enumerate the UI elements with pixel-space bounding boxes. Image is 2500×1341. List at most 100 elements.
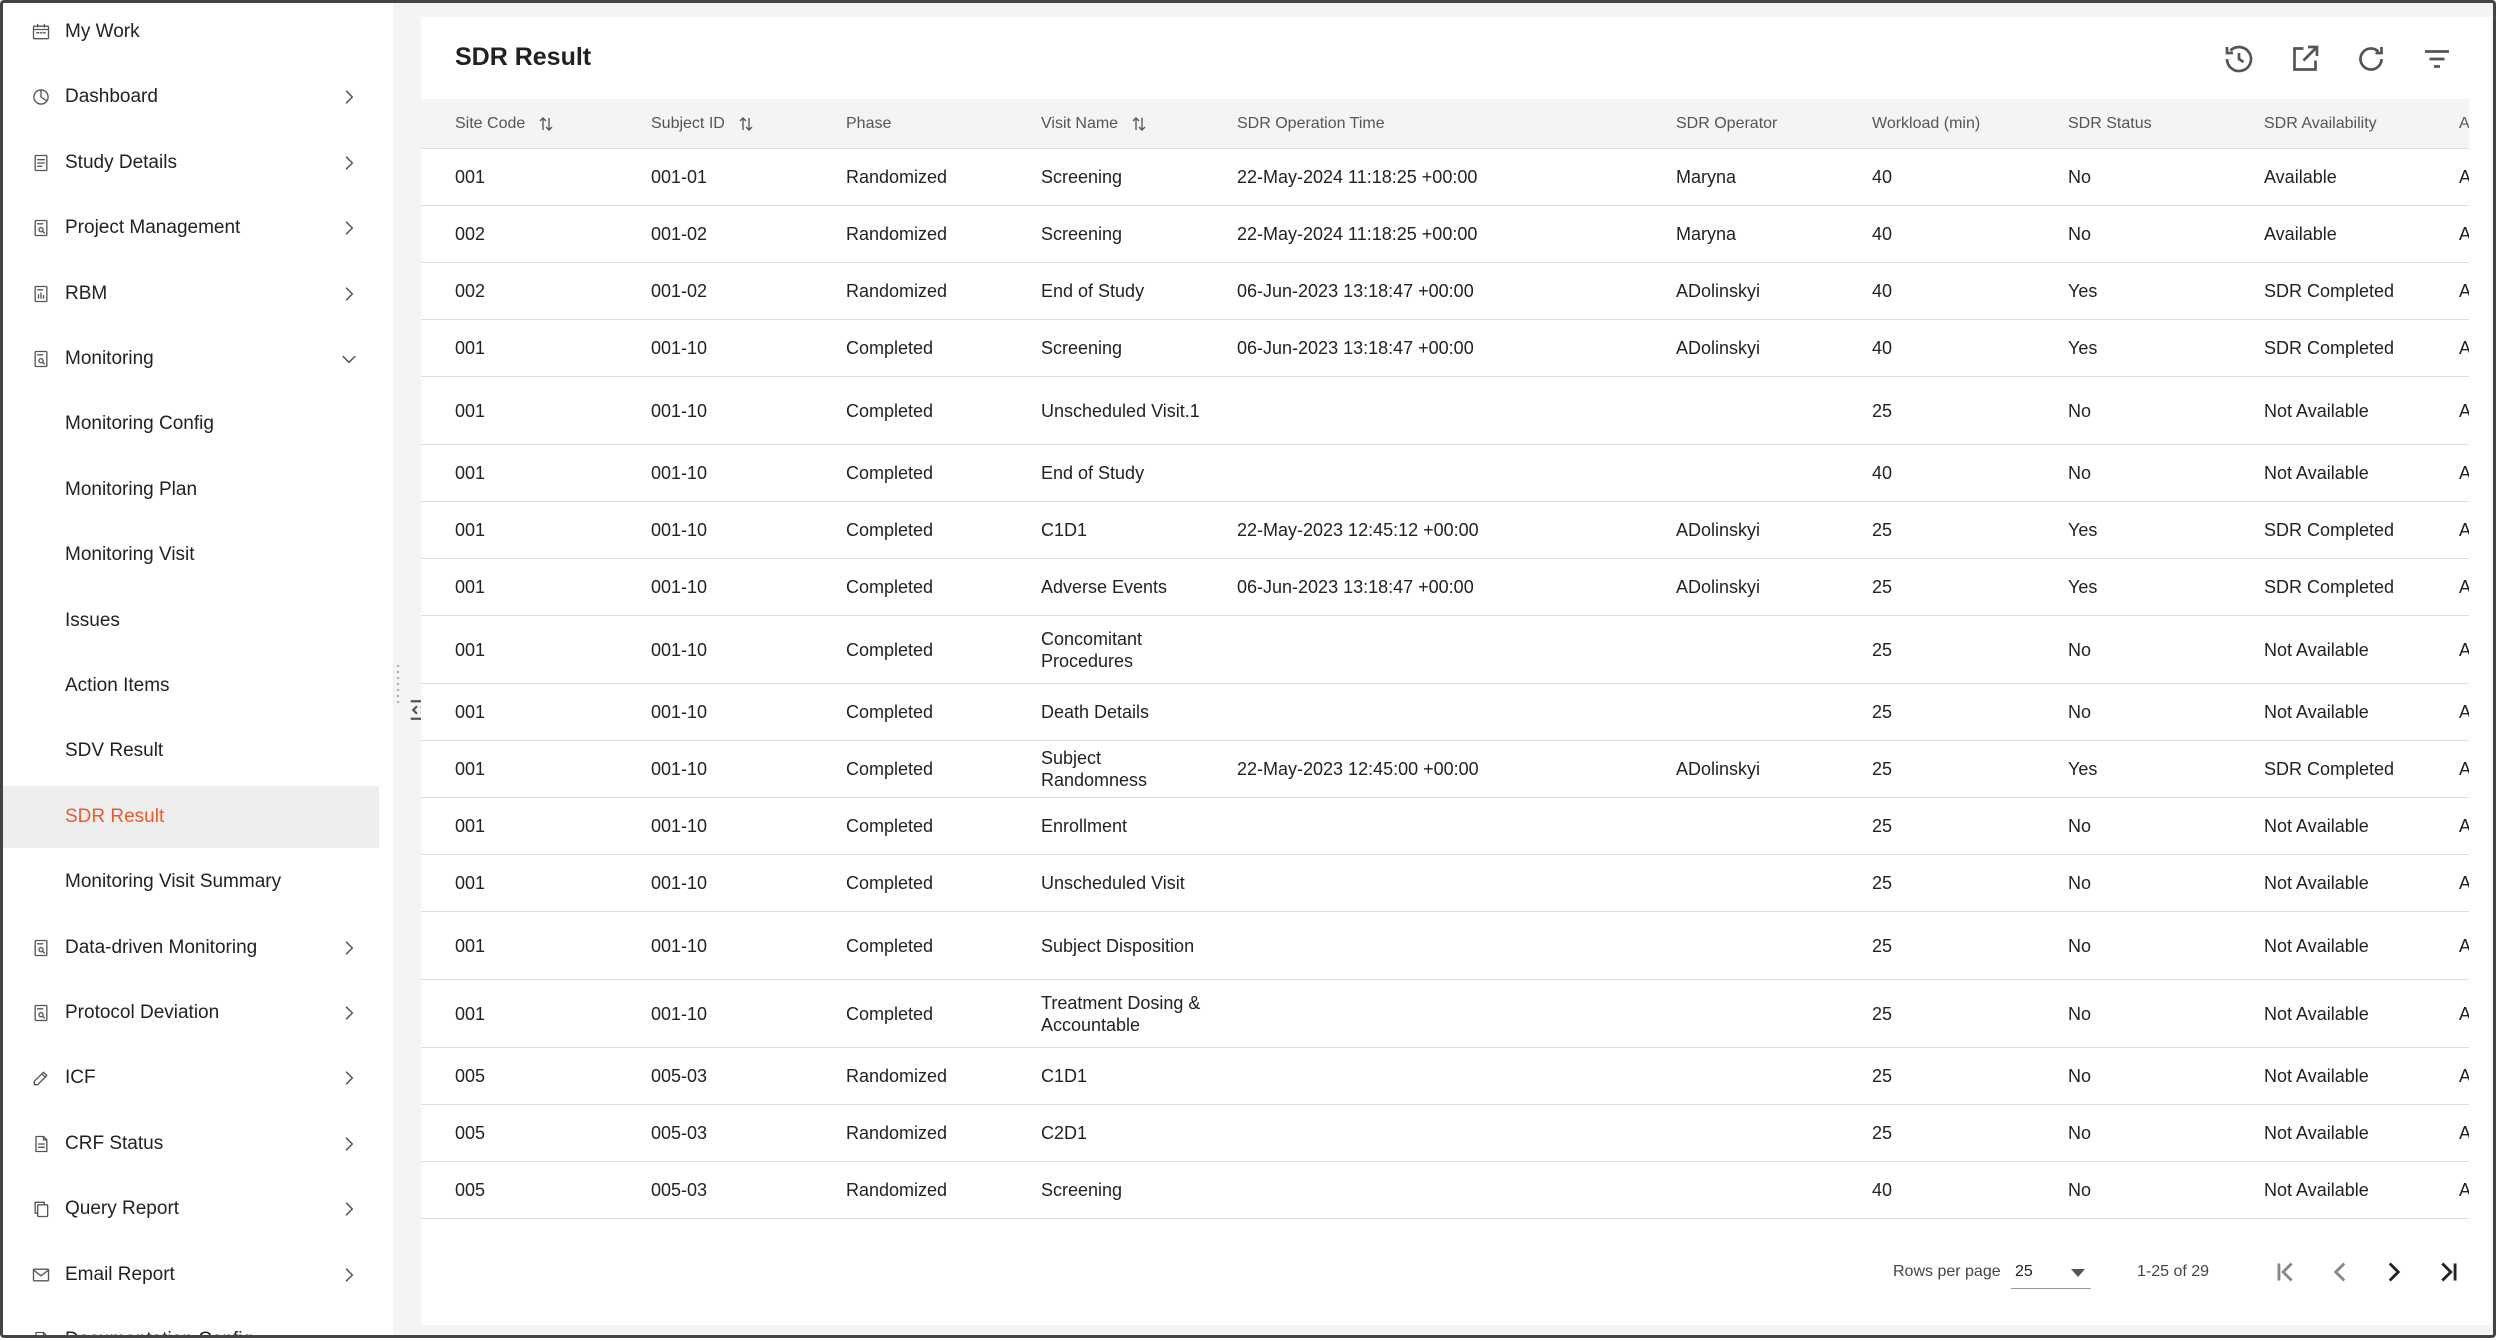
- table-cell: 40: [1872, 445, 1892, 501]
- cell-text: Screening: [1041, 1180, 1123, 1200]
- table-cell: A: [2459, 320, 2469, 376]
- table-row[interactable]: 002 001-02 Randomized Screening 22-May-2024 …: [421, 206, 2469, 263]
- table-row[interactable]: 001 001-01 Randomized Screening 22-May-2024 …: [421, 149, 2469, 206]
- sidebar-item-study-details[interactable]: Study Details: [3, 132, 379, 194]
- table-cell: A: [2459, 684, 2469, 740]
- table-cell: A: [2459, 741, 2469, 797]
- sidebar-item-rbm[interactable]: RBM: [3, 263, 379, 325]
- cell-text: Not Available: [2264, 816, 2369, 836]
- column-header[interactable]: Phase: [846, 99, 891, 149]
- table-cell: Adverse Events: [1041, 559, 1211, 615]
- previous-page-button[interactable]: [2323, 1255, 2357, 1289]
- history-button[interactable]: [2221, 41, 2257, 77]
- table-row[interactable]: 001 001-10 Completed Subject Disposition 25 N…: [421, 912, 2469, 980]
- table-row[interactable]: 005 005-03 Randomized C2D1 25 No Not Available…: [421, 1105, 2469, 1162]
- table-row[interactable]: 001 001-10 Completed Concomitant Procedures…: [421, 616, 2469, 684]
- sidebar-item-query-report[interactable]: Query Report: [3, 1178, 379, 1240]
- table-row[interactable]: 001 001-10 Completed Death Details 25 No Not A…: [421, 684, 2469, 741]
- table-row[interactable]: 001 001-10 Completed Treatment Dosing & Acc…: [421, 980, 2469, 1048]
- cell-text: Not Available: [2264, 639, 2369, 660]
- sidebar-item-monitoring-plan[interactable]: Monitoring Plan: [3, 459, 379, 521]
- cell-text: 001-10: [651, 1003, 708, 1024]
- cell-text: A: [2459, 223, 2469, 245]
- sidebar-item-monitoring-visit[interactable]: Monitoring Visit: [3, 524, 379, 586]
- cell-text: Yes: [2068, 281, 2098, 301]
- sidebar-item-monitoring[interactable]: Monitoring: [3, 328, 379, 390]
- sidebar-item-my-work[interactable]: My Work: [3, 3, 379, 63]
- table-row[interactable]: 001 001-10 Completed Unscheduled Visit.1 25 N…: [421, 377, 2469, 445]
- table-cell: 001-02: [651, 206, 707, 262]
- cell-text: 001-10: [651, 639, 708, 660]
- column-header[interactable]: Workload (min): [1872, 99, 1980, 149]
- sidebar-item-project-management[interactable]: Project Management: [3, 197, 379, 259]
- table-cell: A: [2459, 377, 2469, 444]
- sidebar-resize-handle[interactable]: [395, 663, 401, 703]
- sidebar-item-monitoring-config[interactable]: Monitoring Config: [3, 393, 379, 455]
- sort-icon[interactable]: [1130, 115, 1148, 133]
- column-header[interactable]: A: [2459, 99, 2469, 149]
- sidebar-item-label: CRF Status: [65, 1132, 164, 1154]
- table-row[interactable]: 005 005-03 Randomized Screening 40 No Not Avai…: [421, 1162, 2469, 1219]
- refresh-button[interactable]: [2353, 41, 2389, 77]
- column-header[interactable]: SDR Operator: [1676, 99, 1777, 149]
- table-row[interactable]: 001 001-10 Completed C1D1 22-May-2023 12:45:…: [421, 502, 2469, 559]
- sort-icon[interactable]: [737, 115, 755, 133]
- caret-down-icon: [2071, 1269, 2085, 1277]
- sort-icon[interactable]: [537, 115, 555, 133]
- sidebar-item-sdv-result[interactable]: SDV Result: [3, 720, 379, 782]
- column-header[interactable]: Site Code: [455, 99, 555, 149]
- table-cell: No: [2068, 206, 2091, 262]
- sidebar-item-protocol-deviation[interactable]: Protocol Deviation: [3, 982, 379, 1044]
- filter-button[interactable]: [2419, 41, 2455, 77]
- table-cell: No: [2068, 980, 2091, 1047]
- column-header[interactable]: Subject ID: [651, 99, 755, 149]
- sidebar-item-crf-status[interactable]: CRF Status: [3, 1113, 379, 1175]
- cell-text: 22-May-2023 12:45:00 +00:00: [1237, 759, 1479, 779]
- table-cell: 06-Jun-2023 13:18:47 +00:00: [1237, 559, 1474, 615]
- cell-text: 25: [1872, 935, 1893, 956]
- sidebar-item-sdr-result[interactable]: SDR Result: [3, 785, 379, 848]
- table-cell: Death Details: [1041, 684, 1211, 740]
- sidebar-item-issues[interactable]: Issues: [3, 590, 379, 652]
- table-row[interactable]: 005 005-03 Randomized C1D1 25 No Not Available…: [421, 1048, 2469, 1105]
- cell-text: 002: [455, 281, 486, 301]
- export-button[interactable]: [2287, 41, 2323, 77]
- sidebar-item-monitoring-visit-summary[interactable]: Monitoring Visit Summary: [3, 851, 379, 913]
- column-header[interactable]: SDR Availability: [2264, 99, 2377, 149]
- table-cell: A: [2459, 912, 2469, 979]
- next-page-button[interactable]: [2377, 1255, 2411, 1289]
- table-cell: 005: [455, 1048, 485, 1104]
- table-row[interactable]: 001 001-10 Completed Adverse Events 06-Jun-2…: [421, 559, 2469, 616]
- table-row[interactable]: 001 001-10 Completed Subject Randomness 22-M…: [421, 741, 2469, 798]
- cell-text: Subject Randomness: [1041, 748, 1148, 790]
- column-header[interactable]: Visit Name: [1041, 99, 1148, 149]
- column-header-label: Workload (min): [1872, 115, 1981, 132]
- sidebar-item-action-items[interactable]: Action Items: [3, 655, 379, 717]
- table-row[interactable]: 001 001-10 Completed Screening 06-Jun-2023 1…: [421, 320, 2469, 377]
- cell-text: A: [2459, 400, 2469, 422]
- column-header[interactable]: SDR Operation Time: [1237, 99, 1385, 149]
- table-cell: No: [2068, 684, 2091, 740]
- sidebar-item-icf[interactable]: ICF: [3, 1047, 379, 1109]
- sidebar-item-data-driven-monitoring[interactable]: Data-driven Monitoring: [3, 917, 379, 979]
- table-cell: No: [2068, 149, 2091, 205]
- table-cell: SDR Completed: [2264, 741, 2394, 797]
- sidebar-icon: [31, 218, 51, 238]
- sidebar-item-dashboard[interactable]: Dashboard: [3, 66, 379, 128]
- first-page-button[interactable]: [2269, 1255, 2303, 1289]
- rows-per-page-select[interactable]: 25: [2011, 1255, 2091, 1289]
- cell-text: Not Available: [2264, 1066, 2369, 1086]
- table-row[interactable]: 002 001-02 Randomized End of Study 06-Jun-20…: [421, 263, 2469, 320]
- table-row[interactable]: 001 001-10 Completed Unscheduled Visit 25 No N…: [421, 855, 2469, 912]
- column-header-label: SDR Operator: [1676, 115, 1778, 132]
- table-row[interactable]: 001 001-10 Completed Enrollment 25 No Not Avai…: [421, 798, 2469, 855]
- sidebar-item-email-report[interactable]: Email Report: [3, 1244, 379, 1306]
- table-row[interactable]: 001 001-10 Completed End of Study 40 No Not Av…: [421, 445, 2469, 502]
- table-cell: A: [2459, 1105, 2469, 1161]
- column-header[interactable]: SDR Status: [2068, 99, 2152, 149]
- cell-text: No: [2068, 1003, 2092, 1024]
- cell-text: No: [2068, 224, 2092, 244]
- last-page-button[interactable]: [2431, 1255, 2465, 1289]
- sidebar-item-documentation-config[interactable]: Documentation Config: [3, 1309, 379, 1335]
- column-header-label: Site Code: [455, 115, 526, 132]
